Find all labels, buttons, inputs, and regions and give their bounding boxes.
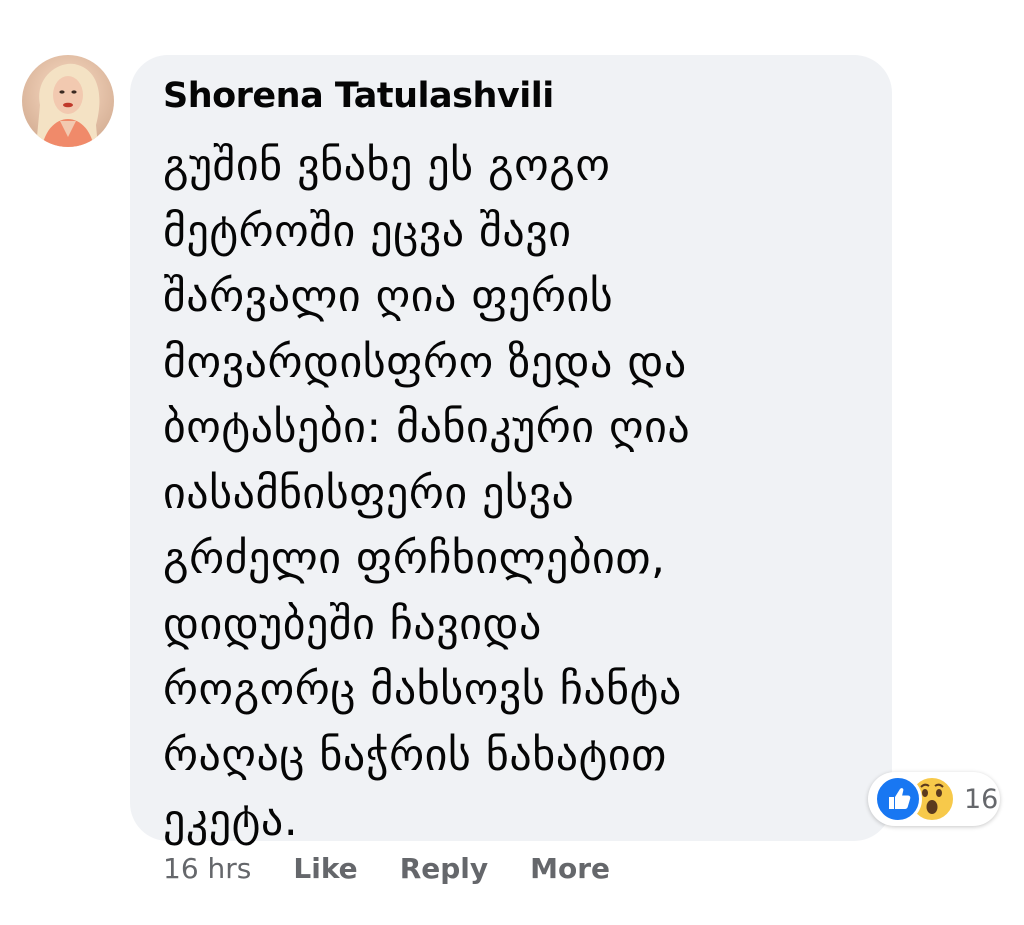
like-icon [874,775,922,823]
more-button[interactable]: More [530,845,610,893]
reply-button[interactable]: Reply [400,845,488,893]
reactions-summary[interactable]: 16 [868,772,1000,826]
comment-text: გუშინ ვნახე ეს გოგო მეტროში ეცვა შავი შა… [163,140,691,846]
avatar[interactable] [22,55,114,147]
like-button[interactable]: Like [293,845,357,893]
comment-bubble: Shorena Tatulashvili გუშინ ვნახე ეს გოგო… [130,55,892,846]
comment-author[interactable]: Shorena Tatulashvili [163,73,862,119]
comment-timestamp[interactable]: 16 hrs [163,845,251,893]
reaction-count: 16 [964,783,999,815]
comment-actions: 16 hrs Like Reply More [163,845,652,893]
